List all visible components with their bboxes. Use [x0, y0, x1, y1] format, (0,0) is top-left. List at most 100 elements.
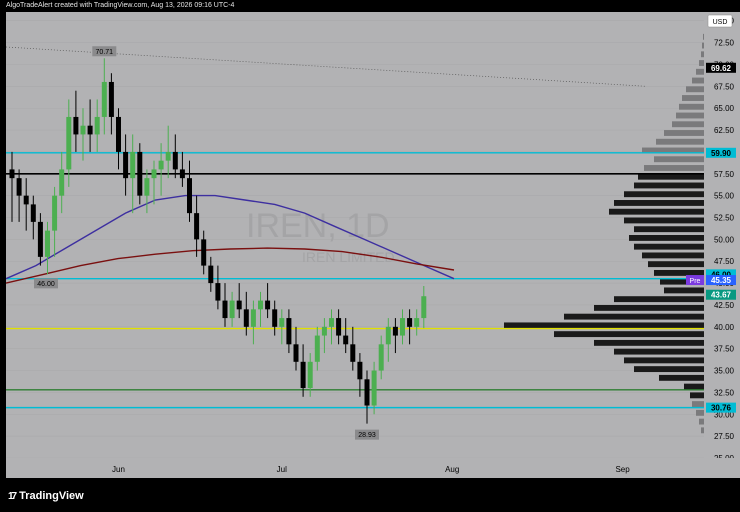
- candle-body: [400, 318, 405, 336]
- candle-body: [137, 151, 143, 196]
- price-axis: 25.0027.5030.0032.5035.0037.5040.0042.50…: [714, 17, 735, 463]
- volume-profile-bar: [654, 269, 704, 276]
- candle-body: [385, 326, 391, 345]
- volume-profile-bar: [638, 173, 704, 180]
- candle-body: [300, 361, 306, 389]
- volume-profile-bar: [634, 243, 704, 250]
- volume-profile-bar: [686, 86, 704, 93]
- candle-body: [130, 151, 136, 179]
- candle-body: [378, 344, 384, 371]
- candle-body: [37, 221, 43, 257]
- volume-profile-bar: [624, 191, 704, 198]
- candle-body: [172, 151, 178, 170]
- candle-body: [101, 81, 107, 117]
- volume-profile-bar: [594, 339, 704, 346]
- currency-button-label: USD: [713, 19, 728, 26]
- candle-body: [158, 160, 164, 170]
- volume-profile-bar: [696, 409, 704, 416]
- price-axis-tick: 72.50: [714, 39, 735, 48]
- price-axis-tick: 40.00: [714, 323, 735, 332]
- candle-body: [194, 213, 200, 240]
- volume-profile-bar: [684, 383, 704, 390]
- candle-body: [208, 265, 214, 284]
- candle-body: [364, 379, 370, 406]
- volume-profile-bar: [664, 130, 704, 136]
- price-label-text: 28.93: [358, 432, 376, 439]
- price-axis-tick: 37.50: [714, 345, 735, 354]
- price-axis-tick: 47.50: [714, 257, 735, 266]
- candle-body: [286, 318, 292, 345]
- price-label-text: 70.71: [96, 49, 114, 56]
- price-chart[interactable]: IREN, 1DIREN LIMITED70.7146.0028.9325.00…: [6, 12, 740, 478]
- candle-body: [30, 204, 36, 222]
- volume-profile-bar: [614, 200, 704, 206]
- chart-header: AlgoTradeAlert created with TradingView.…: [0, 0, 740, 12]
- price-axis-tick: 50.00: [714, 235, 735, 244]
- volume-profile-bar: [634, 366, 704, 373]
- tradingview-brand: TradingView: [19, 490, 84, 502]
- price-axis-tick: 32.50: [714, 388, 735, 397]
- price-axis-tick: 35.00: [714, 367, 735, 376]
- volume-profile-bar: [594, 304, 704, 311]
- candle-body: [116, 116, 121, 152]
- candle-body: [293, 344, 299, 362]
- price-axis-tick: 55.00: [714, 192, 735, 201]
- tradingview-mark-icon: 17: [8, 490, 17, 502]
- volume-profile-bar: [634, 226, 704, 233]
- volume-profile-bar: [554, 331, 704, 338]
- candle-body: [243, 309, 249, 327]
- axis-price-marker-text: 30.76: [711, 404, 732, 413]
- volume-profile-bar: [692, 77, 704, 84]
- price-label-text: 46.00: [37, 281, 55, 288]
- volume-profile-bar: [634, 182, 704, 189]
- candle-body: [421, 296, 427, 319]
- candle-body: [407, 318, 413, 327]
- candle-body: [45, 230, 50, 257]
- candle-body: [329, 318, 334, 327]
- price-axis-tick: 67.50: [714, 82, 735, 91]
- axis-price-marker-text: 43.67: [711, 291, 732, 300]
- price-axis-tick: 52.50: [714, 214, 735, 223]
- candle-body: [151, 169, 157, 179]
- candle-body: [279, 318, 285, 327]
- candle-body: [144, 178, 150, 196]
- candle-body: [314, 335, 320, 362]
- volume-profile-bar: [699, 418, 704, 425]
- volume-profile-bar: [609, 208, 704, 215]
- candle-body: [222, 300, 228, 319]
- volume-profile-bar: [682, 95, 704, 101]
- candle-body: [272, 309, 278, 327]
- candle-body: [80, 125, 86, 135]
- candle-body: [371, 370, 377, 406]
- time-axis-label: Jun: [112, 465, 125, 474]
- volume-profile-bar: [644, 165, 704, 171]
- candle-body: [187, 178, 192, 214]
- candle-body: [392, 326, 398, 336]
- price-axis-tick: 27.50: [714, 432, 735, 441]
- attribution-text: AlgoTradeAlert created with TradingView.…: [6, 2, 235, 9]
- candle-body: [66, 116, 72, 170]
- volume-profile-bar: [614, 296, 704, 303]
- volume-profile-bar: [701, 51, 704, 58]
- candle-body: [250, 309, 256, 327]
- time-axis-label: Aug: [445, 465, 459, 474]
- volume-profile-bar: [703, 33, 704, 40]
- volume-profile-bar: [564, 313, 704, 320]
- axis-price-marker-text: 69.62: [711, 64, 732, 73]
- tradingview-logo[interactable]: 17 TradingView: [8, 490, 84, 502]
- volume-profile-bar: [690, 392, 704, 399]
- volume-profile-bar: [624, 357, 704, 364]
- chart-footer: 17 TradingView: [0, 480, 740, 512]
- watermark-symbol: IREN, 1D: [246, 207, 390, 245]
- candle-body: [123, 151, 129, 179]
- time-axis-label: Sep: [615, 465, 630, 474]
- candle-body: [201, 239, 207, 266]
- volume-profile-bar: [642, 252, 704, 259]
- candle-body: [343, 335, 349, 345]
- volume-profile-bar: [656, 138, 704, 145]
- candle-body: [258, 300, 263, 310]
- candle-body: [23, 195, 29, 205]
- candle-body: [59, 169, 65, 196]
- candle-body: [87, 125, 93, 135]
- volume-profile-bar: [676, 112, 704, 119]
